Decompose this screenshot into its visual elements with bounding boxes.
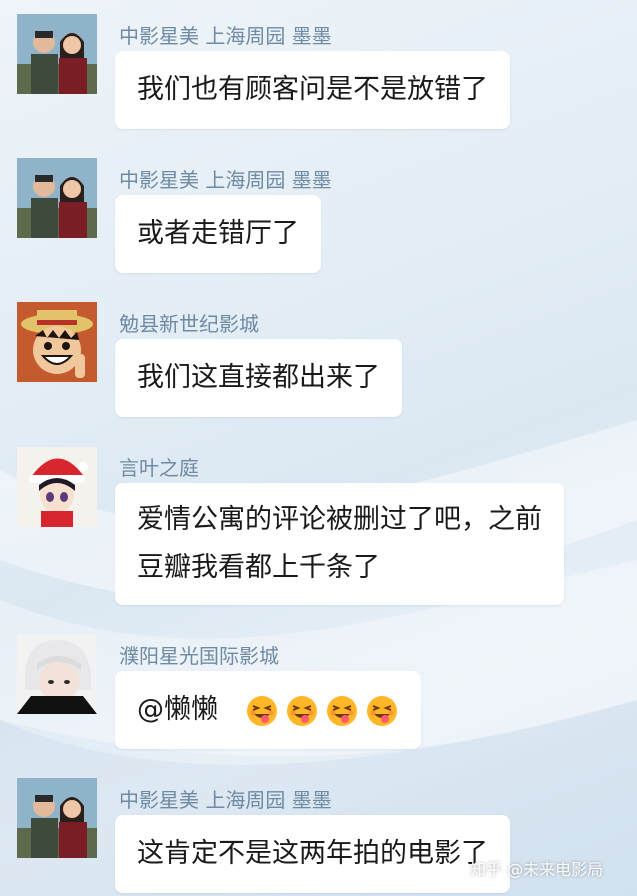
luffy-avatar[interactable] [17, 302, 97, 382]
white-hair-avatar[interactable] [17, 634, 97, 714]
message-bubble[interactable]: 我们这直接都出来了 [115, 339, 402, 417]
sender-name: 中影星美 上海周园 墨墨 [119, 168, 332, 192]
squinting-tongue-face-emoji [245, 694, 279, 728]
message-bubble[interactable]: 或者走错厅了 [115, 195, 321, 273]
message-text: @懒懒 [137, 694, 218, 725]
message-text: 我们也有顾客问是不是放错了 [137, 74, 488, 105]
squinting-tongue-face-emoji [325, 694, 359, 728]
emoji-row [239, 694, 399, 728]
message-text: 我们这直接都出来了 [137, 362, 380, 393]
message-bubble[interactable]: @懒懒 [115, 671, 421, 749]
message-text: 豆瓣我看都上千条了 [137, 552, 380, 583]
squinting-tongue-face-emoji [365, 694, 399, 728]
sender-name: 濮阳星光国际影城 [119, 644, 279, 668]
couple-photo-avatar[interactable] [17, 14, 97, 94]
message-text: 这肯定不是这两年拍的电影了 [137, 838, 488, 869]
message-bubble[interactable]: 我们也有顾客问是不是放错了 [115, 51, 510, 129]
sender-name: 中影星美 上海周园 墨墨 [119, 24, 332, 48]
watermark: 知乎 @未来电影局 [470, 860, 604, 879]
squinting-tongue-face-emoji [285, 694, 319, 728]
message-text: 爱情公寓的评论被删过了吧，之前 [137, 504, 542, 535]
couple-photo-avatar[interactable] [17, 778, 97, 858]
anime-santa-hat-avatar[interactable] [17, 447, 97, 527]
sender-name: 中影星美 上海周园 墨墨 [119, 788, 332, 812]
message-text: 或者走错厅了 [137, 218, 299, 249]
message-bubble[interactable]: 这肯定不是这两年拍的电影了 [115, 815, 510, 893]
couple-photo-avatar[interactable] [17, 158, 97, 238]
message-bubble[interactable]: 爱情公寓的评论被删过了吧，之前 豆瓣我看都上千条了 [115, 483, 564, 605]
sender-name: 勉县新世纪影城 [119, 312, 259, 336]
sender-name: 言叶之庭 [119, 456, 199, 480]
